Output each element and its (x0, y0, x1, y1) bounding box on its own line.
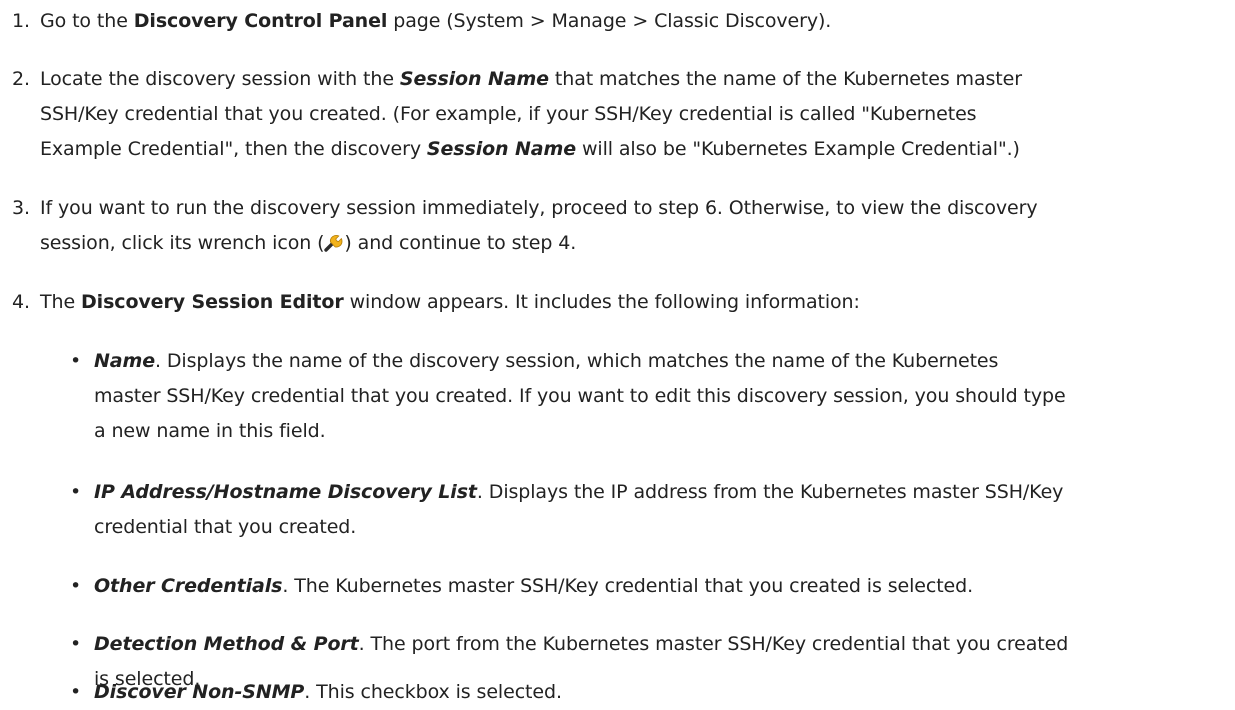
bullet-dot: • (70, 681, 82, 703)
step-text: If you want to run the discovery session… (40, 197, 1038, 254)
step-1: 1. Go to the Discovery Control Panel pag… (12, 4, 1212, 39)
bullet-text: Discover Non-SNMP. This checkbox is sele… (94, 681, 562, 703)
step-text: Go to the Discovery Control Panel page (… (40, 10, 832, 32)
bullet-text: Other Credentials. The Kubernetes master… (94, 575, 974, 597)
step-number: 2. (12, 68, 30, 90)
step-number: 1. (12, 10, 30, 32)
field-term-session-name: Session Name (426, 138, 577, 160)
step-3: 3. If you want to run the discovery sess… (12, 191, 1212, 261)
field-term-name: Name (94, 350, 156, 372)
field-term-detection-method-port: Detection Method & Port (94, 633, 359, 655)
bullet-dot: • (70, 633, 82, 655)
step-text: The Discovery Session Editor window appe… (40, 291, 860, 313)
bullet-dot: • (70, 481, 82, 503)
field-term-discover-non-snmp: Discover Non-SNMP (94, 681, 305, 703)
bullet-dot: • (70, 350, 82, 372)
step-4: 4. The Discovery Session Editor window a… (12, 285, 1212, 320)
bullet-discover-non-snmp: • Discover Non-SNMP. This checkbox is se… (70, 675, 1210, 710)
ui-term-discovery-control-panel: Discovery Control Panel (133, 10, 388, 32)
step-2: 2. Locate the discovery session with the… (12, 62, 1212, 167)
field-term-session-name: Session Name (399, 68, 549, 90)
ui-term-discovery-session-editor: Discovery Session Editor (80, 291, 344, 313)
wrench-icon (324, 229, 344, 252)
bullet-dot: • (70, 575, 82, 597)
step-number: 3. (12, 197, 30, 219)
bullet-text: Name. Displays the name of the discovery… (94, 350, 1066, 442)
bullet-other-credentials: • Other Credentials. The Kubernetes mast… (70, 569, 1210, 604)
bullet-ip-address-hostname-discovery-list: • IP Address/Hostname Discovery List. Di… (70, 475, 1210, 545)
field-term-other-credentials: Other Credentials (94, 575, 283, 597)
field-term-ip-address-hostname-discovery-list: IP Address/Hostname Discovery List (94, 481, 477, 503)
step-number: 4. (12, 291, 30, 313)
bullet-name: • Name. Displays the name of the discove… (70, 344, 1210, 449)
step-text: Locate the discovery session with the Se… (40, 68, 1022, 160)
bullet-text: IP Address/Hostname Discovery List. Disp… (94, 481, 1064, 538)
